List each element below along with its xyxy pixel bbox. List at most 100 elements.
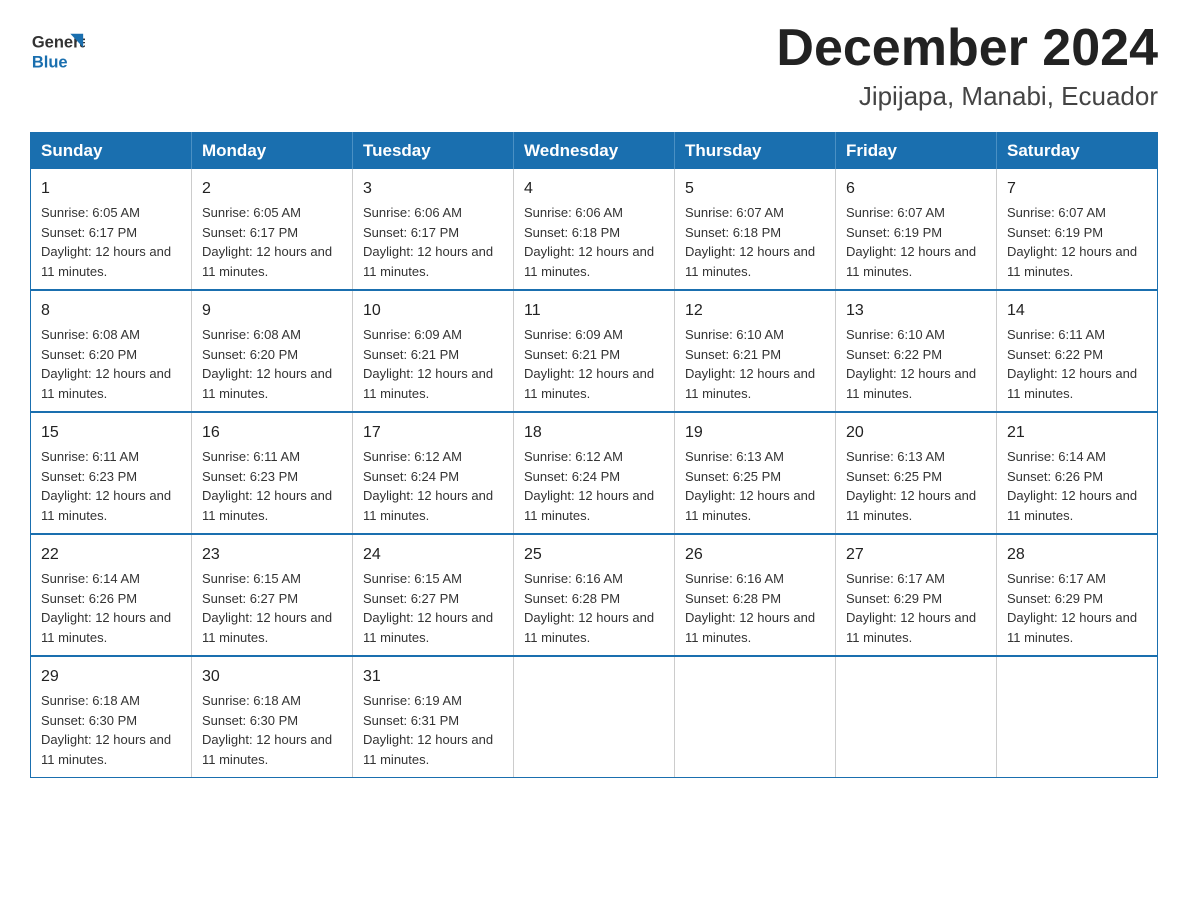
day-info: Sunrise: 6:11 AMSunset: 6:22 PMDaylight:…	[1007, 325, 1147, 403]
day-info: Sunrise: 6:07 AMSunset: 6:18 PMDaylight:…	[685, 203, 825, 281]
calendar-cell: 26Sunrise: 6:16 AMSunset: 6:28 PMDayligh…	[675, 534, 836, 656]
day-number: 8	[41, 299, 181, 323]
day-number: 14	[1007, 299, 1147, 323]
calendar-cell	[514, 656, 675, 778]
calendar-cell: 5Sunrise: 6:07 AMSunset: 6:18 PMDaylight…	[675, 169, 836, 290]
day-info: Sunrise: 6:15 AMSunset: 6:27 PMDaylight:…	[202, 569, 342, 647]
calendar-cell: 1Sunrise: 6:05 AMSunset: 6:17 PMDaylight…	[31, 169, 192, 290]
day-number: 10	[363, 299, 503, 323]
calendar-cell: 16Sunrise: 6:11 AMSunset: 6:23 PMDayligh…	[192, 412, 353, 534]
day-header-monday: Monday	[192, 133, 353, 170]
day-header-saturday: Saturday	[997, 133, 1158, 170]
calendar-cell: 2Sunrise: 6:05 AMSunset: 6:17 PMDaylight…	[192, 169, 353, 290]
day-number: 11	[524, 299, 664, 323]
day-info: Sunrise: 6:15 AMSunset: 6:27 PMDaylight:…	[363, 569, 503, 647]
calendar-cell: 4Sunrise: 6:06 AMSunset: 6:18 PMDaylight…	[514, 169, 675, 290]
day-info: Sunrise: 6:08 AMSunset: 6:20 PMDaylight:…	[202, 325, 342, 403]
page-header: General Blue December 2024 Jipijapa, Man…	[30, 20, 1158, 112]
day-number: 2	[202, 177, 342, 201]
day-info: Sunrise: 6:14 AMSunset: 6:26 PMDaylight:…	[41, 569, 181, 647]
day-info: Sunrise: 6:18 AMSunset: 6:30 PMDaylight:…	[202, 691, 342, 769]
day-info: Sunrise: 6:06 AMSunset: 6:17 PMDaylight:…	[363, 203, 503, 281]
day-number: 9	[202, 299, 342, 323]
day-header-sunday: Sunday	[31, 133, 192, 170]
day-number: 27	[846, 543, 986, 567]
calendar-cell: 11Sunrise: 6:09 AMSunset: 6:21 PMDayligh…	[514, 290, 675, 412]
calendar-cell	[997, 656, 1158, 778]
day-number: 13	[846, 299, 986, 323]
day-number: 12	[685, 299, 825, 323]
calendar-cell: 23Sunrise: 6:15 AMSunset: 6:27 PMDayligh…	[192, 534, 353, 656]
day-number: 15	[41, 421, 181, 445]
day-number: 19	[685, 421, 825, 445]
day-info: Sunrise: 6:13 AMSunset: 6:25 PMDaylight:…	[846, 447, 986, 525]
calendar-cell: 17Sunrise: 6:12 AMSunset: 6:24 PMDayligh…	[353, 412, 514, 534]
day-info: Sunrise: 6:07 AMSunset: 6:19 PMDaylight:…	[1007, 203, 1147, 281]
day-info: Sunrise: 6:05 AMSunset: 6:17 PMDaylight:…	[41, 203, 181, 281]
calendar-cell	[836, 656, 997, 778]
day-info: Sunrise: 6:12 AMSunset: 6:24 PMDaylight:…	[363, 447, 503, 525]
day-number: 26	[685, 543, 825, 567]
calendar-cell: 15Sunrise: 6:11 AMSunset: 6:23 PMDayligh…	[31, 412, 192, 534]
day-info: Sunrise: 6:17 AMSunset: 6:29 PMDaylight:…	[846, 569, 986, 647]
calendar-cell: 14Sunrise: 6:11 AMSunset: 6:22 PMDayligh…	[997, 290, 1158, 412]
calendar-table: SundayMondayTuesdayWednesdayThursdayFrid…	[30, 132, 1158, 778]
calendar-cell: 9Sunrise: 6:08 AMSunset: 6:20 PMDaylight…	[192, 290, 353, 412]
calendar-cell: 18Sunrise: 6:12 AMSunset: 6:24 PMDayligh…	[514, 412, 675, 534]
calendar-cell	[675, 656, 836, 778]
day-info: Sunrise: 6:06 AMSunset: 6:18 PMDaylight:…	[524, 203, 664, 281]
day-number: 23	[202, 543, 342, 567]
day-number: 29	[41, 665, 181, 689]
calendar-cell: 8Sunrise: 6:08 AMSunset: 6:20 PMDaylight…	[31, 290, 192, 412]
location-title: Jipijapa, Manabi, Ecuador	[776, 81, 1158, 112]
calendar-cell: 20Sunrise: 6:13 AMSunset: 6:25 PMDayligh…	[836, 412, 997, 534]
day-number: 5	[685, 177, 825, 201]
calendar-cell: 13Sunrise: 6:10 AMSunset: 6:22 PMDayligh…	[836, 290, 997, 412]
month-title: December 2024	[776, 20, 1158, 77]
day-info: Sunrise: 6:11 AMSunset: 6:23 PMDaylight:…	[202, 447, 342, 525]
day-number: 16	[202, 421, 342, 445]
calendar-cell: 6Sunrise: 6:07 AMSunset: 6:19 PMDaylight…	[836, 169, 997, 290]
svg-text:Blue: Blue	[32, 54, 68, 72]
calendar-week-5: 29 Sunrise: 6:18 AMSunset: 6:30 PMDayligh…	[31, 656, 1158, 778]
day-number: 25	[524, 543, 664, 567]
day-info: Sunrise: 6:19 AMSunset: 6:31 PMDaylight:…	[363, 691, 503, 769]
day-number: 4	[524, 177, 664, 201]
title-area: December 2024 Jipijapa, Manabi, Ecuador	[776, 20, 1158, 112]
day-number: 7	[1007, 177, 1147, 201]
calendar-cell: 21Sunrise: 6:14 AMSunset: 6:26 PMDayligh…	[997, 412, 1158, 534]
day-number: 20	[846, 421, 986, 445]
logo: General Blue	[30, 20, 85, 75]
day-header-tuesday: Tuesday	[353, 133, 514, 170]
day-info: Sunrise: 6:12 AMSunset: 6:24 PMDaylight:…	[524, 447, 664, 525]
calendar-cell: 31Sunrise: 6:19 AMSunset: 6:31 PMDayligh…	[353, 656, 514, 778]
calendar-week-2: 8Sunrise: 6:08 AMSunset: 6:20 PMDaylight…	[31, 290, 1158, 412]
day-info: Sunrise: 6:09 AMSunset: 6:21 PMDaylight:…	[524, 325, 664, 403]
calendar-cell: 25Sunrise: 6:16 AMSunset: 6:28 PMDayligh…	[514, 534, 675, 656]
day-info: Sunrise: 6:05 AMSunset: 6:17 PMDaylight:…	[202, 203, 342, 281]
day-number: 21	[1007, 421, 1147, 445]
calendar-header-row: SundayMondayTuesdayWednesdayThursdayFrid…	[31, 133, 1158, 170]
calendar-cell: 10Sunrise: 6:09 AMSunset: 6:21 PMDayligh…	[353, 290, 514, 412]
day-header-wednesday: Wednesday	[514, 133, 675, 170]
day-info: Sunrise: 6:10 AMSunset: 6:22 PMDaylight:…	[846, 325, 986, 403]
calendar-cell: 24Sunrise: 6:15 AMSunset: 6:27 PMDayligh…	[353, 534, 514, 656]
calendar-cell: 27Sunrise: 6:17 AMSunset: 6:29 PMDayligh…	[836, 534, 997, 656]
day-number: 1	[41, 177, 181, 201]
calendar-week-3: 15Sunrise: 6:11 AMSunset: 6:23 PMDayligh…	[31, 412, 1158, 534]
day-info: Sunrise: 6:09 AMSunset: 6:21 PMDaylight:…	[363, 325, 503, 403]
calendar-cell: 29Sunrise: 6:18 AMSunset: 6:30 PMDayligh…	[31, 656, 192, 778]
calendar-cell: 28Sunrise: 6:17 AMSunset: 6:29 PMDayligh…	[997, 534, 1158, 656]
day-number: 17	[363, 421, 503, 445]
calendar-week-1: 1Sunrise: 6:05 AMSunset: 6:17 PMDaylight…	[31, 169, 1158, 290]
day-info: Sunrise: 6:11 AMSunset: 6:23 PMDaylight:…	[41, 447, 181, 525]
day-info: Sunrise: 6:16 AMSunset: 6:28 PMDaylight:…	[524, 569, 664, 647]
day-number: 28	[1007, 543, 1147, 567]
day-number: 22	[41, 543, 181, 567]
day-number: 24	[363, 543, 503, 567]
calendar-cell: 3Sunrise: 6:06 AMSunset: 6:17 PMDaylight…	[353, 169, 514, 290]
day-number: 30	[202, 665, 342, 689]
calendar-cell: 12Sunrise: 6:10 AMSunset: 6:21 PMDayligh…	[675, 290, 836, 412]
day-info: Sunrise: 6:08 AMSunset: 6:20 PMDaylight:…	[41, 325, 181, 403]
day-info: Sunrise: 6:16 AMSunset: 6:28 PMDaylight:…	[685, 569, 825, 647]
